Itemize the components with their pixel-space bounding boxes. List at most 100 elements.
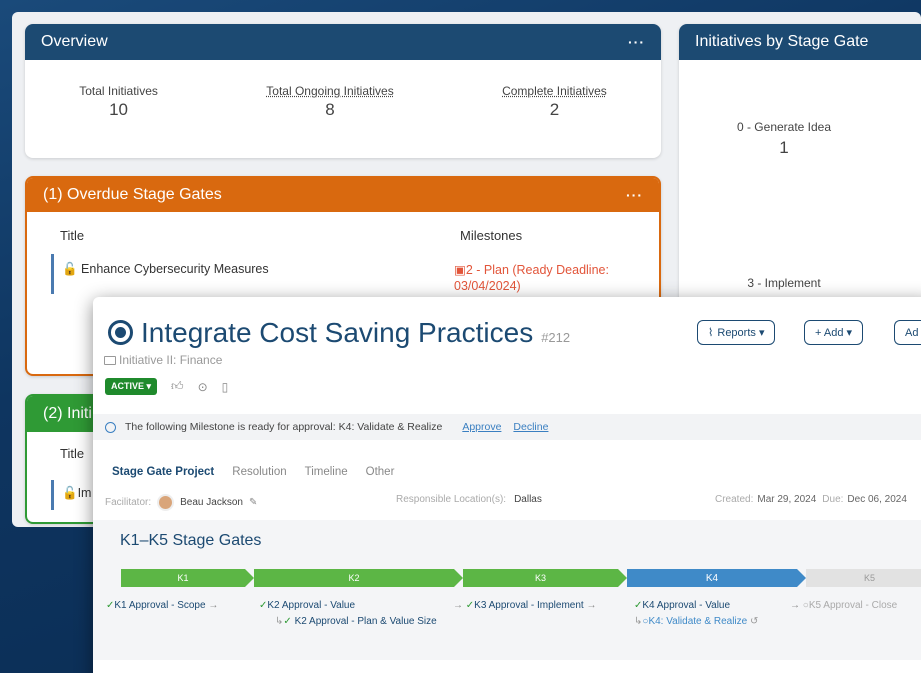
stage-gates-section: K1–K5 Stage Gates K1 K2 K3 K4 K5 ✓ K1 App… — [93, 520, 921, 660]
stat-label[interactable]: Complete Initiatives — [502, 84, 607, 98]
approval-k4-sub[interactable]: ↳○K4: Validate & Realize ↺ — [634, 616, 758, 627]
stage-gate-title: Initiatives by Stage Gate — [695, 33, 869, 50]
overview-card: Overview ··· Total Initiatives 10 Total … — [25, 24, 661, 158]
col-title: Title — [60, 446, 85, 461]
stat-label[interactable]: Total Ongoing Initiatives — [266, 84, 393, 98]
approval-label: K1 Approval - Scope — [114, 600, 206, 611]
stat-complete[interactable]: Complete Initiatives 2 — [502, 84, 607, 120]
status-row: ACTIVE ▾ 👍︎ ⊙ ▯ — [105, 378, 228, 395]
stage-k2[interactable]: K2 — [254, 569, 454, 587]
row-accent — [51, 480, 54, 510]
approval-k3: → ✓K3 Approval - Implement → — [453, 600, 596, 611]
table-row[interactable]: 🔓 Enhance Cybersecurity Measures ▣2 - Pl… — [51, 254, 641, 294]
location-value: Dallas — [514, 494, 542, 505]
stage-gate-item[interactable]: 0 - Generate Idea 1 — [709, 120, 859, 158]
chevron-k1 — [245, 569, 254, 587]
bookmark-icon[interactable]: ▯ — [222, 380, 229, 394]
approval-k5: → ○K5 Approval - Close — [790, 600, 897, 611]
approval-label: K3 Approval - Implement — [474, 600, 584, 611]
milestone-line-1: 2 - Plan (Ready Deadline: — [465, 263, 609, 277]
tab-other[interactable]: Other — [366, 466, 395, 478]
facilitator-name[interactable]: Beau Jackson — [180, 497, 243, 508]
tab-bar: Stage Gate Project Resolution Timeline O… — [112, 466, 394, 478]
overdue-title: (1) Overdue Stage Gates — [43, 186, 222, 203]
status-badge[interactable]: ACTIVE ▾ — [105, 378, 158, 395]
approval-label[interactable]: K4: Validate & Realize — [648, 616, 747, 627]
tab-stage-gate-project[interactable]: Stage Gate Project — [112, 466, 214, 478]
overview-title: Overview — [41, 33, 108, 50]
row-title[interactable]: Im — [78, 486, 92, 510]
approval-k2-sub: ↳✓ K2 Approval - Plan & Value Size — [275, 616, 437, 627]
overdue-table-header: Title Milestones — [27, 212, 659, 243]
lock-icon: 🔓 — [62, 486, 78, 500]
reports-button[interactable]: ⌇ Reports ▾ — [697, 320, 776, 345]
pencil-icon[interactable]: ✎ — [249, 497, 257, 508]
calendar-icon: ▣ — [454, 263, 466, 277]
check-circle-icon[interactable]: ⊙ — [198, 380, 208, 394]
initiatives-title: (2) Initi — [43, 405, 92, 422]
stat-label: Total Initiatives — [79, 84, 158, 98]
approval-label: K2 Approval - Plan & Value Size — [294, 616, 437, 627]
undo-icon[interactable]: ↺ — [750, 616, 758, 627]
stage-gates-title: K1–K5 Stage Gates — [120, 532, 262, 549]
initiative-id: #212 — [541, 330, 571, 345]
approval-k4: ✓K4 Approval - Value — [634, 600, 730, 611]
location-field: Responsible Location(s): Dallas — [396, 494, 542, 505]
table-row[interactable]: 🔓 Im — [51, 480, 92, 510]
overdue-header: (1) Overdue Stage Gates ··· — [27, 178, 659, 212]
check-icon: ✓ — [465, 600, 475, 611]
overview-stats: Total Initiatives 10 Total Ongoing Initi… — [25, 60, 661, 120]
stat-value: 10 — [109, 100, 128, 119]
due-label: Due: — [822, 494, 844, 505]
approval-k2: ✓K2 Approval - Value — [259, 600, 355, 611]
initiative-title-row: Integrate Cost Saving Practices #212 — [108, 317, 570, 349]
folder-icon — [104, 355, 116, 365]
thumbs-up-icon[interactable]: 👍︎ — [171, 379, 184, 394]
row-accent — [51, 254, 54, 294]
approve-link[interactable]: Approve — [462, 421, 501, 433]
breadcrumb-text[interactable]: Initiative II: Finance — [119, 353, 222, 367]
row-title[interactable]: Enhance Cybersecurity Measures — [81, 262, 269, 276]
created-label: Created: — [715, 494, 754, 505]
facilitator-label: Facilitator: — [105, 497, 152, 508]
approval-label: K2 Approval - Value — [267, 600, 356, 611]
target-icon — [108, 320, 133, 345]
action-button[interactable]: Ad — [894, 320, 921, 345]
chart-icon: ⌇ — [708, 327, 714, 339]
tab-timeline[interactable]: Timeline — [305, 466, 348, 478]
arrow-icon: → — [790, 600, 803, 611]
breadcrumb[interactable]: Initiative II: Finance — [104, 353, 222, 367]
reports-button-label: Reports ▾ — [717, 327, 765, 339]
col-title: Title — [60, 228, 85, 243]
lock-icon: 🔓 — [62, 262, 82, 276]
add-button[interactable]: + Add ▾ — [804, 320, 864, 345]
arrow-icon: → — [586, 600, 597, 611]
chevron-k4 — [797, 569, 806, 587]
chevron-k3 — [618, 569, 627, 587]
overview-menu-icon[interactable]: ··· — [628, 34, 645, 50]
row-milestone: ▣2 - Plan (Ready Deadline: 03/04/2024) — [454, 262, 609, 294]
decline-link[interactable]: Decline — [513, 421, 548, 433]
arrow-icon: → — [208, 600, 219, 611]
stage-k3[interactable]: K3 — [463, 569, 618, 587]
notice-text: The following Milestone is ready for app… — [125, 421, 443, 433]
stage-k1[interactable]: K1 — [121, 569, 245, 587]
stat-value: 8 — [325, 100, 335, 119]
location-label: Responsible Location(s): — [396, 494, 507, 505]
initiative-title: Integrate Cost Saving Practices — [141, 317, 534, 348]
stage-gate-header: Initiatives by Stage Gate — [679, 24, 921, 60]
created-date: Mar 29, 2024 — [757, 494, 817, 505]
dates-field: Created: Mar 29, 2024 Due: Dec 06, 2024 — [715, 494, 907, 505]
approval-label: K5 Approval - Close — [808, 600, 898, 611]
stage-k5[interactable]: K5 — [806, 569, 921, 587]
stat-ongoing[interactable]: Total Ongoing Initiatives 8 — [266, 84, 393, 120]
tab-resolution[interactable]: Resolution — [232, 466, 286, 478]
stat-value: 2 — [549, 100, 560, 119]
initiative-panel: Integrate Cost Saving Practices #212 ⌇ R… — [93, 297, 921, 673]
overdue-menu-icon[interactable]: ··· — [626, 187, 643, 203]
milestone-line-2: 03/04/2024) — [454, 279, 521, 293]
circle-icon — [105, 421, 116, 433]
stage-k4[interactable]: K4 — [627, 569, 797, 587]
overview-header: Overview ··· — [25, 24, 661, 60]
stage-gate-value: 1 — [779, 138, 789, 157]
